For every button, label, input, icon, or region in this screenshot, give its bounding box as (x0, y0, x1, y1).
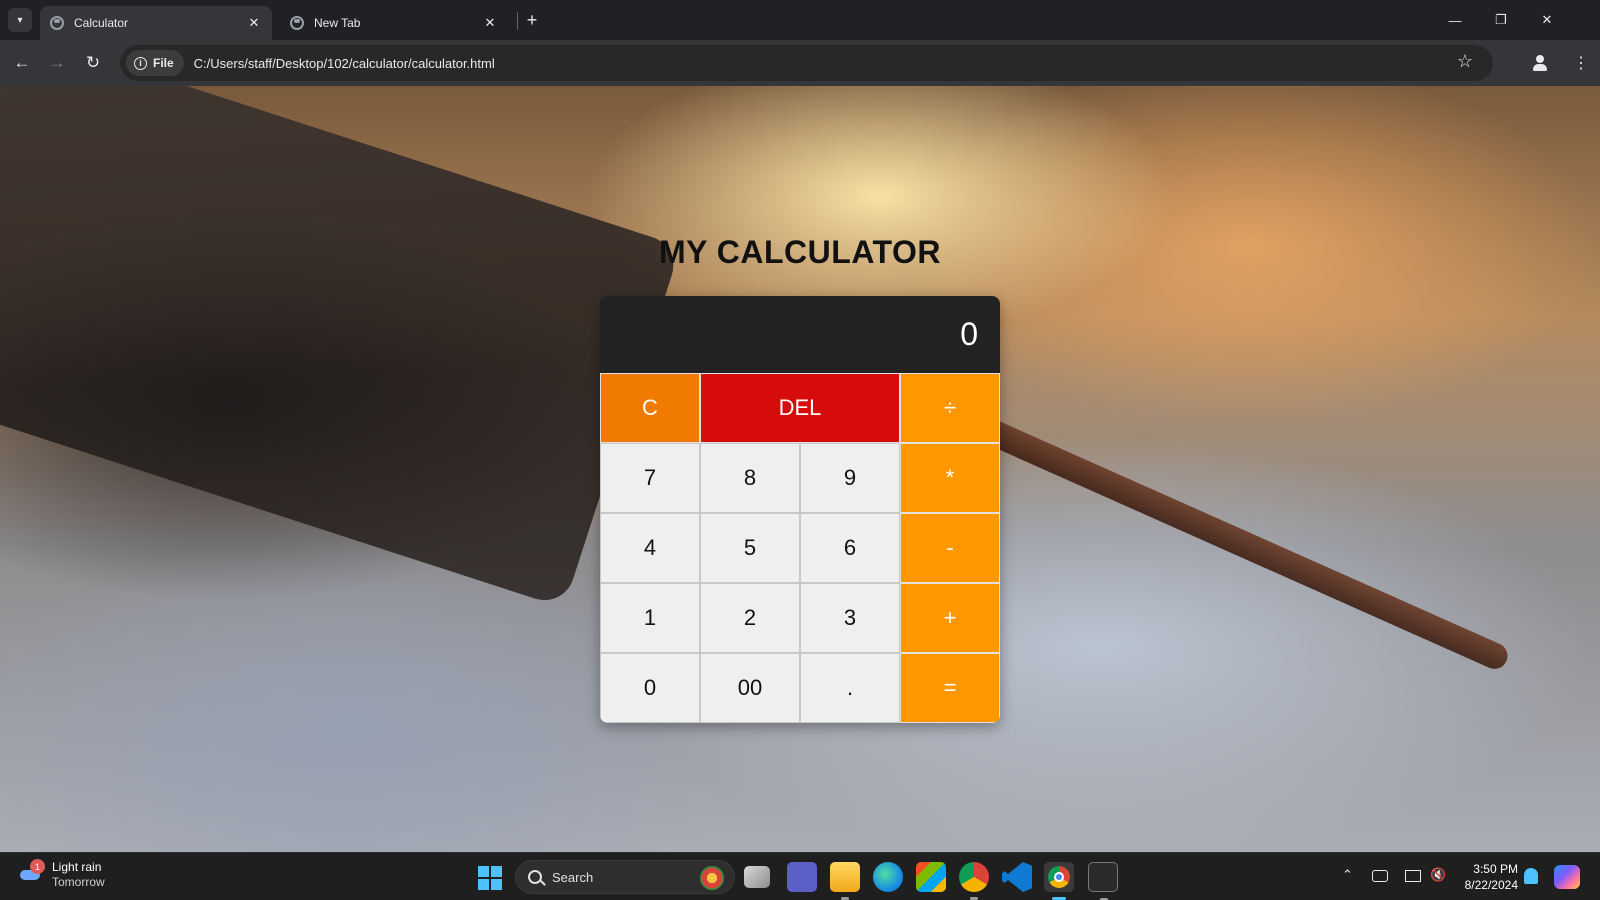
info-icon: i (134, 56, 147, 70)
weather-condition: Light rain (52, 860, 102, 874)
cloud-offline-icon[interactable] (1372, 870, 1388, 882)
search-placeholder: Search (552, 869, 594, 885)
profile-icon[interactable] (1530, 53, 1550, 73)
clock-time: 3:50 PM (1473, 862, 1518, 876)
tab-title: Calculator (74, 16, 129, 30)
terminal-icon[interactable] (1088, 862, 1118, 900)
page-viewport: MY CALCULATOR 0 C DEL ÷ 7 8 9 * 4 5 6-1 2 3 +0 00. = (0, 86, 1600, 852)
system-clock[interactable]: 3:50 PM 8/22/2024 (1448, 861, 1518, 893)
key-equals-button[interactable]: = (900, 653, 1000, 723)
rain-cloud-icon: 1 (18, 859, 45, 888)
key-digit-3-button[interactable]: 3 (800, 583, 900, 653)
key-digit-7-button[interactable]: 7 (600, 443, 700, 513)
key-digit-9-button[interactable]: 9 (800, 443, 900, 513)
browser-tab-strip: ▾ Calculator ✕ New Tab ✕ + — ❐ ✕ (0, 0, 1600, 40)
key-digit-00-button[interactable]: 00 (700, 653, 800, 723)
copilot-icon[interactable] (1554, 865, 1580, 889)
background-pen-image (934, 397, 1512, 674)
key-decimal-button[interactable]: . (800, 653, 900, 723)
key-digit-4-button[interactable]: 4 (600, 513, 700, 583)
tab-title: New Tab (314, 16, 361, 30)
key-digit-6-button[interactable]: 6 (800, 513, 900, 583)
taskbar-search[interactable]: Search (515, 860, 735, 894)
tab-new-tab[interactable]: New Tab ✕ (280, 6, 508, 40)
browser-toolbar: ← → ↻ i File C:/Users/staff/Desktop/102/… (0, 40, 1600, 86)
page-title: MY CALCULATOR (658, 234, 942, 270)
key-add-button[interactable]: + (900, 583, 1000, 653)
key-subtract-button[interactable]: - (900, 513, 1000, 583)
restore-button[interactable]: ❐ (1478, 0, 1524, 40)
tab-search-chevron-icon[interactable]: ▾ (8, 8, 32, 32)
new-tab-button[interactable]: + (520, 8, 544, 32)
background-calculator-image (0, 86, 682, 608)
url-text[interactable]: C:/Users/staff/Desktop/102/calculator/ca… (194, 56, 495, 71)
key-delete-button[interactable]: DEL (700, 373, 900, 443)
key-digit-5-button[interactable]: 5 (700, 513, 800, 583)
key-digit-0-button[interactable]: 0 (600, 653, 700, 723)
file-explorer-icon[interactable] (830, 862, 860, 900)
weather-widget[interactable]: 1 Light rain Tomorrow (18, 859, 105, 890)
network-icon[interactable] (1405, 870, 1421, 882)
tab-close-icon[interactable]: ✕ (246, 15, 262, 31)
key-divide-button[interactable]: ÷ (900, 373, 1000, 443)
clock-date: 8/22/2024 (1464, 878, 1518, 892)
show-hidden-icons-chevron-icon[interactable]: ⌃ (1342, 867, 1353, 883)
key-digit-1-button[interactable]: 1 (600, 583, 700, 653)
bookmark-star-icon[interactable]: ☆ (1457, 51, 1473, 72)
notification-badge: 1 (30, 859, 45, 874)
minimize-button[interactable]: — (1432, 0, 1478, 40)
forward-button[interactable]: → (43, 49, 71, 77)
tab-close-icon[interactable]: ✕ (482, 15, 498, 31)
reload-button[interactable]: ↻ (79, 49, 107, 77)
store-icon[interactable] (916, 862, 946, 892)
teams-icon[interactable] (787, 862, 817, 892)
globe-icon (50, 16, 64, 30)
volume-muted-icon[interactable]: 🔇 (1430, 867, 1446, 883)
search-highlight-icon (700, 866, 724, 890)
vscode-icon[interactable] (1002, 862, 1032, 892)
address-bar[interactable]: i File C:/Users/staff/Desktop/102/calcul… (120, 45, 1493, 81)
key-clear-button[interactable]: C (600, 373, 700, 443)
chrome-icon[interactable] (1044, 862, 1074, 900)
calculator-display: 0 (600, 296, 1000, 373)
tab-divider (517, 12, 518, 30)
search-icon (528, 870, 542, 884)
site-info-label: File (153, 56, 174, 70)
back-button[interactable]: ← (8, 49, 36, 77)
windows-start-icon[interactable] (478, 866, 502, 890)
chrome-profile-icon[interactable] (959, 862, 989, 900)
key-multiply-button[interactable]: * (900, 443, 1000, 513)
more-menu-icon[interactable]: ⋮ (1571, 53, 1591, 73)
key-digit-8-button[interactable]: 8 (700, 443, 800, 513)
key-digit-2-button[interactable]: 2 (700, 583, 800, 653)
calculator: 0 C DEL ÷ 7 8 9 * 4 5 6-1 2 3 +0 00. = (600, 296, 1000, 723)
close-window-button[interactable]: ✕ (1524, 0, 1570, 40)
edge-icon[interactable] (873, 862, 903, 892)
tab-calculator[interactable]: Calculator ✕ (40, 6, 272, 40)
task-view-icon[interactable] (744, 866, 770, 888)
calculator-keypad: C DEL ÷ 7 8 9 * 4 5 6- 1 2 3 +0 00. = (600, 373, 1000, 723)
globe-icon (290, 16, 304, 30)
windows-taskbar: 1 Light rain Tomorrow Search ⌃ 🔇 3:50 PM… (0, 852, 1600, 900)
weather-when: Tomorrow (52, 875, 105, 889)
site-info-chip[interactable]: i File (126, 50, 184, 76)
notification-bell-icon[interactable] (1524, 868, 1538, 884)
